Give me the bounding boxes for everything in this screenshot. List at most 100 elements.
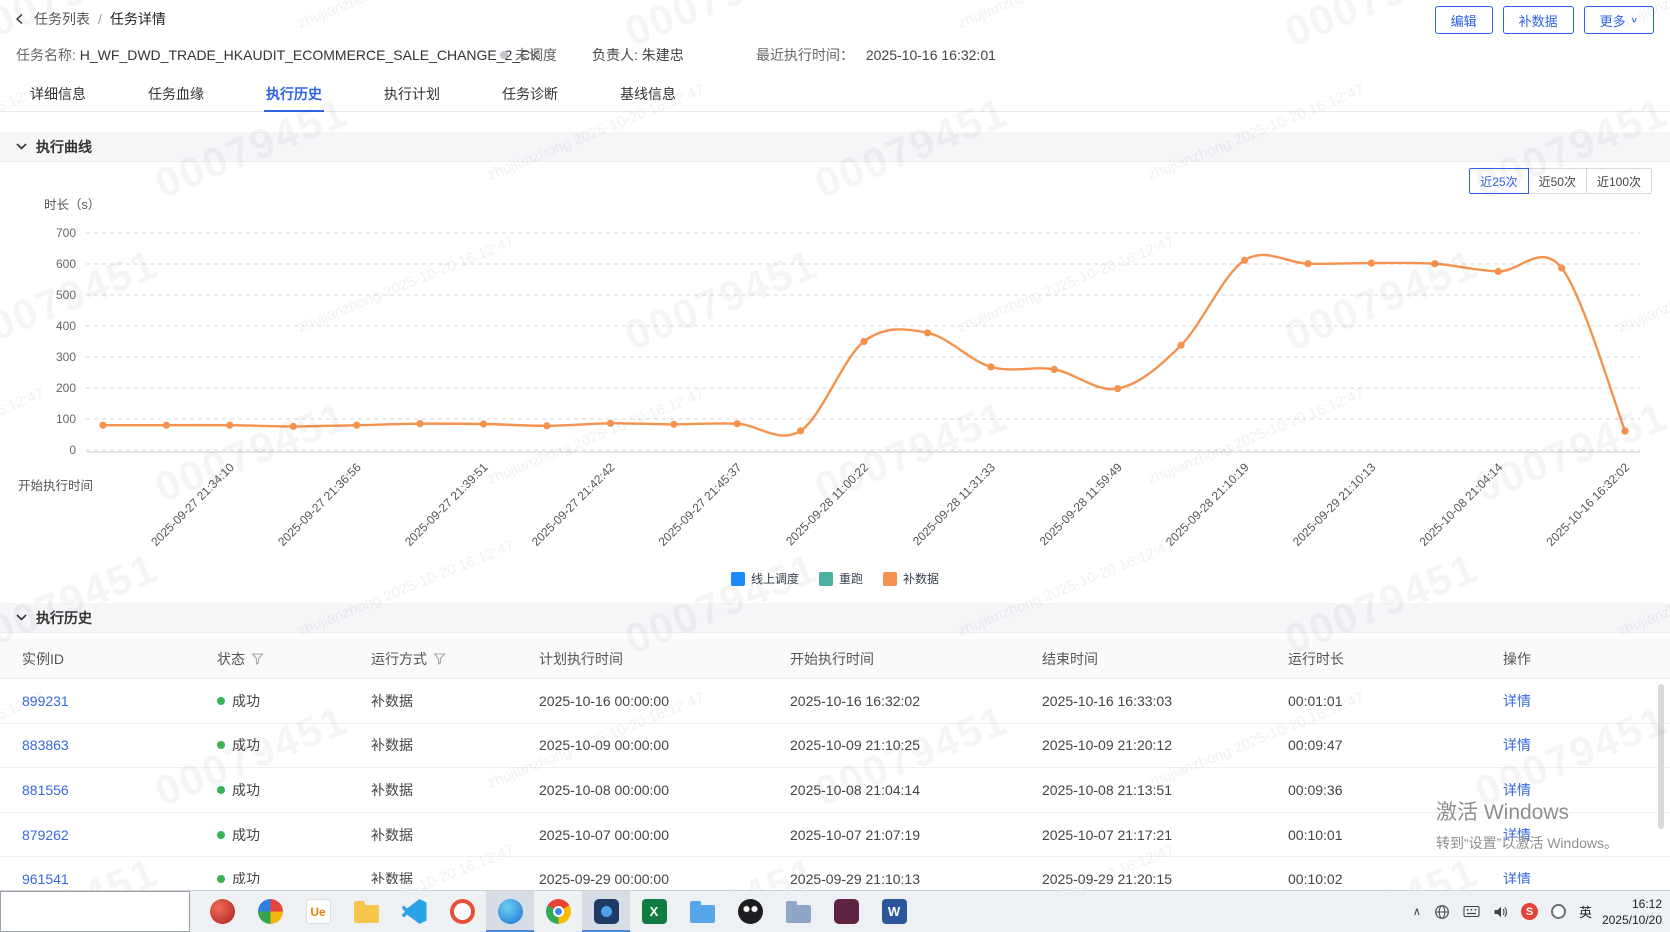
status-label: 成功 — [232, 737, 260, 754]
filter-funnel-icon[interactable] — [251, 652, 264, 665]
taskbar-app-app-blue[interactable] — [582, 891, 630, 932]
taskbar-app-excel[interactable]: X — [630, 891, 678, 932]
data-point — [226, 421, 234, 429]
taskbar-app-chrome[interactable] — [534, 891, 582, 932]
instance-id-link[interactable]: 961541 — [22, 871, 69, 884]
detail-link[interactable]: 详情 — [1503, 737, 1531, 753]
language-indicator[interactable]: 英 — [1579, 902, 1592, 921]
sogou-input-icon[interactable]: S — [1520, 903, 1538, 920]
data-point — [1114, 385, 1122, 393]
schedule-status: 未调度 — [500, 45, 557, 65]
data-point — [289, 422, 297, 430]
breadcrumb-task-list[interactable]: 任务列表 — [34, 9, 90, 29]
column-header-label: 实例ID — [22, 650, 64, 667]
data-point — [479, 420, 488, 428]
tab-lineage[interactable]: 任务血缘 — [146, 76, 206, 111]
chevron-up-icon[interactable]: ∧ — [1413, 905, 1421, 918]
legend-swatch-icon — [883, 571, 897, 586]
x-tick-label: 2025-09-27 21:34:10 — [148, 460, 237, 549]
taskbar-app-browser-red[interactable] — [198, 891, 246, 932]
detail-link[interactable]: 详情 — [1503, 782, 1531, 798]
data-point — [543, 422, 551, 430]
data-point — [1050, 365, 1058, 373]
taskbar-search-box[interactable] — [0, 891, 190, 932]
legend-item-2[interactable]: 补数据 — [883, 570, 939, 587]
taskbar-app-edge[interactable] — [486, 891, 534, 932]
instance-id-link[interactable]: 883863 — [22, 737, 69, 753]
taskbar-app-explorer[interactable] — [342, 891, 390, 932]
cell-instance-id: 883863 — [22, 737, 217, 753]
detail-link[interactable]: 详情 — [1503, 871, 1531, 884]
data-point — [1177, 341, 1185, 349]
cell-duration: 00:10:02 — [1288, 871, 1343, 884]
filter-funnel-icon[interactable] — [433, 652, 446, 665]
section-execution-history[interactable]: 执行历史 — [0, 603, 1670, 633]
instance-id-link[interactable]: 881556 — [22, 782, 69, 798]
y-tick-label: 500 — [56, 288, 76, 302]
column-header-start: 开始执行时间 — [790, 649, 1042, 669]
taskbar-app-word[interactable]: W — [870, 891, 918, 932]
x-tick-label: 2025-09-27 21:36:56 — [275, 460, 364, 549]
taskbar-app-folder-slate[interactable] — [774, 891, 822, 932]
section-execution-curve[interactable]: 执行曲线 — [0, 132, 1670, 162]
taskbar-app-docs-folder[interactable] — [678, 891, 726, 932]
range-button-1[interactable]: 近50次 — [1527, 168, 1587, 194]
taskbar-time: 16:12 — [1631, 897, 1662, 911]
taskbar-app-icons: Ue X W — [198, 891, 918, 932]
detail-link[interactable]: 详情 — [1503, 827, 1531, 843]
taskbar-app-app-dark[interactable] — [822, 891, 870, 932]
tab-baseline[interactable]: 基线信息 — [618, 76, 678, 111]
docs-folder-icon — [689, 900, 715, 923]
tab-plan[interactable]: 执行计划 — [382, 76, 442, 111]
legend-label: 线上调度 — [750, 572, 799, 586]
taskbar-app-ultraedit[interactable]: Ue — [294, 891, 342, 932]
detail-link[interactable]: 详情 — [1503, 693, 1531, 709]
data-point — [1367, 259, 1375, 267]
range-button-group: 近25次 近50次 近100次 — [1469, 168, 1652, 194]
data-point — [99, 421, 107, 429]
cell-end: 2025-09-29 21:20:15 — [1042, 871, 1172, 884]
pinwheel-icon — [257, 899, 283, 924]
table-row: 879262 成功 补数据 2025-10-07 00:00:00 2025-10-07… — [0, 812, 1670, 858]
more-button[interactable]: 更多 ∨ — [1583, 6, 1654, 34]
cell-action: 详情 — [1503, 780, 1663, 800]
instance-id-link[interactable]: 879262 — [22, 827, 69, 843]
back-chevron-icon[interactable] — [14, 13, 26, 25]
volume-icon[interactable] — [1493, 905, 1508, 919]
cell-duration: 00:09:47 — [1288, 737, 1343, 754]
range-button-2[interactable]: 近100次 — [1585, 168, 1652, 194]
legend-item-0[interactable]: 线上调度 — [730, 570, 799, 587]
tab-detail[interactable]: 详细信息 — [28, 76, 88, 111]
x-tick-label: 2025-09-27 21:45:37 — [656, 460, 745, 549]
taskbar-app-opera[interactable] — [438, 891, 486, 932]
instance-id-link[interactable]: 899231 — [22, 693, 69, 709]
cell-start: 2025-10-07 21:07:19 — [790, 826, 920, 843]
legend-label: 重跑 — [838, 572, 863, 586]
input-mode-icon[interactable] — [1550, 904, 1566, 919]
app-dark-icon — [833, 899, 859, 924]
cell-instance-id: 881556 — [22, 782, 217, 798]
tab-history[interactable]: 执行历史 — [264, 76, 324, 112]
legend-item-1[interactable]: 重跑 — [818, 570, 863, 587]
cell-mode: 补数据 — [371, 692, 413, 709]
y-tick-label: 400 — [56, 319, 76, 333]
column-header-id: 实例ID — [22, 649, 217, 669]
edit-button[interactable]: 编辑 — [1434, 6, 1493, 34]
taskbar-app-vscode[interactable] — [390, 891, 438, 932]
task-detail-page: 00079451 zhujianzhong 2025-10-20 16:12:47… — [0, 0, 1670, 932]
taskbar-clock[interactable]: 16:12 2025/10/20 — [1602, 896, 1662, 928]
data-point — [1241, 256, 1249, 264]
table-row: 883863 成功 补数据 2025-10-09 00:00:00 2025-10-09… — [0, 723, 1670, 769]
backfill-button[interactable]: 补数据 — [1502, 6, 1574, 34]
chrome-core — [552, 906, 564, 917]
tab-diagnosis[interactable]: 任务诊断 — [500, 76, 560, 111]
range-button-0[interactable]: 近25次 — [1469, 168, 1529, 194]
taskbar-app-pinwheel[interactable] — [246, 891, 294, 932]
taskbar-app-panda[interactable] — [726, 891, 774, 932]
ime-keyboard-icon[interactable] — [1463, 905, 1480, 918]
table-scrollbar[interactable] — [1658, 684, 1664, 829]
status-label: 成功 — [232, 871, 260, 884]
chevron-down-icon: ∨ — [1630, 15, 1638, 25]
x-tick-label: 2025-09-28 11:59:49 — [1037, 460, 1125, 548]
network-globe-icon[interactable] — [1434, 904, 1450, 920]
